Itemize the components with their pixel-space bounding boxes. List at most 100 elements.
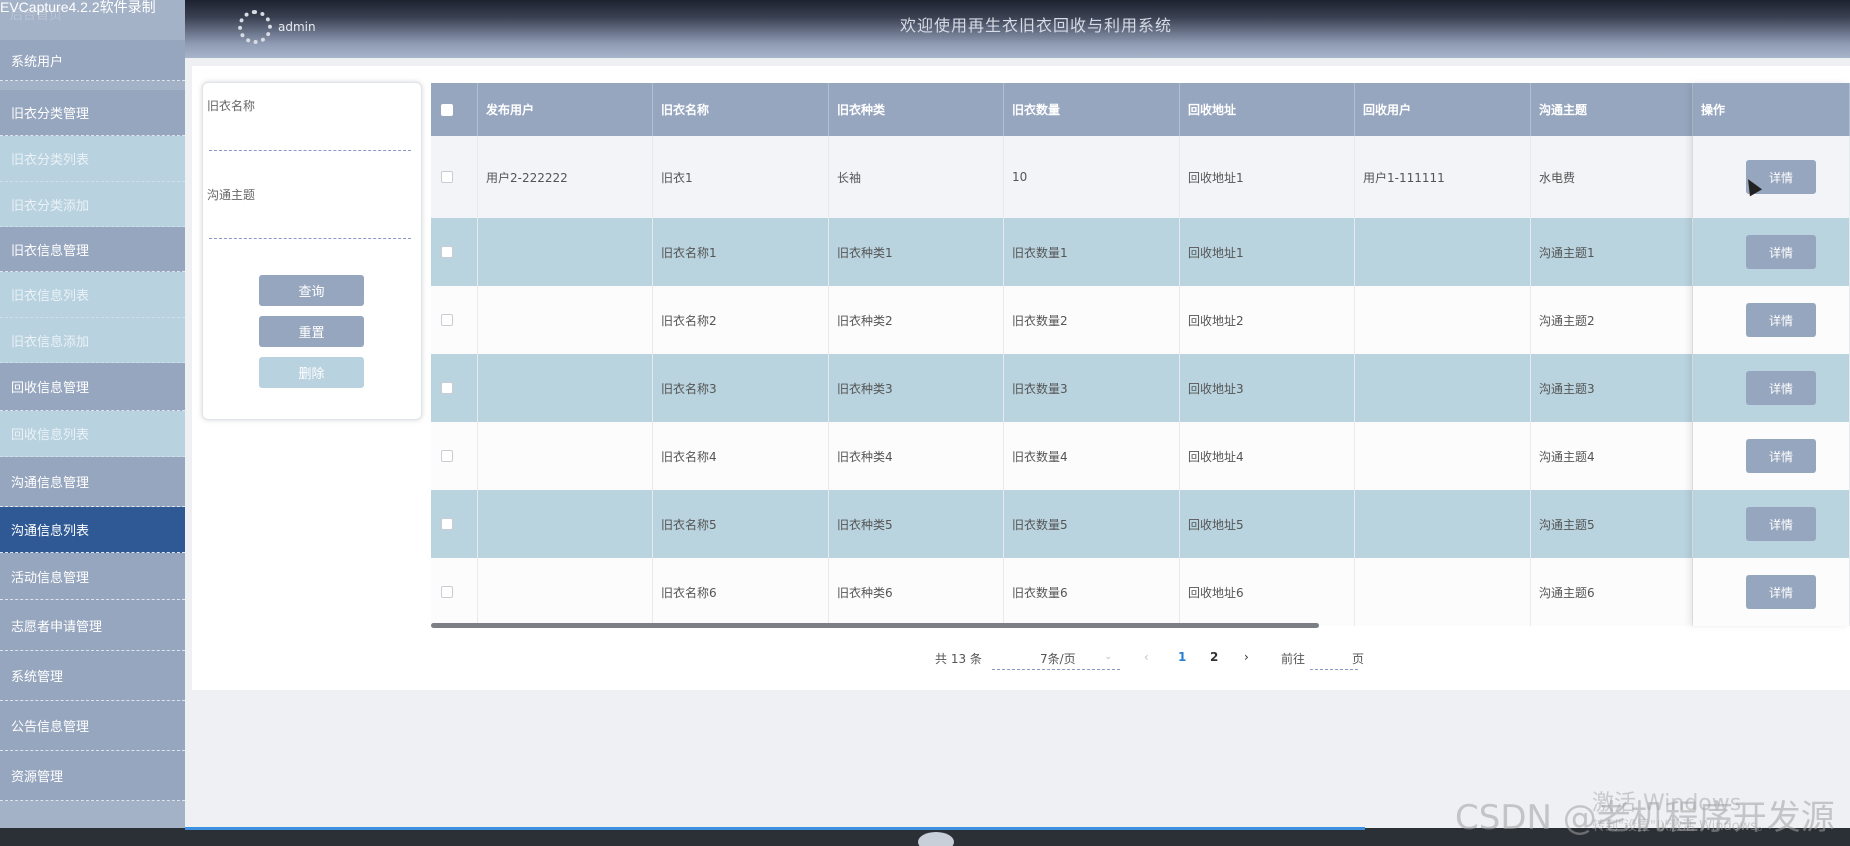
detail-button[interactable]: 详情 [1746, 507, 1816, 541]
table-cell: 水电费 [1531, 136, 1693, 218]
action-cell: 详情 [1693, 490, 1850, 558]
action-cell: 详情 [1693, 218, 1850, 286]
prev-page-icon[interactable]: ‹ [1144, 650, 1149, 664]
table-cell: 沟通主题3 [1531, 354, 1693, 422]
query-button[interactable]: 查询 [259, 275, 364, 306]
row-checkbox[interactable] [441, 450, 453, 462]
column-header[interactable]: 旧衣数量 [1004, 83, 1180, 136]
sidebar-item-15[interactable]: 资源管理 [0, 751, 185, 801]
table-cell: 旧衣种类3 [829, 354, 1004, 422]
sidebar-item-1[interactable]: 旧衣分类管理 [0, 90, 185, 136]
table-row[interactable]: 旧衣名称2 旧衣种类2 旧衣数量2 回收地址2 沟通主题2 详情 [431, 286, 1850, 354]
table-cell [1355, 490, 1531, 558]
row-checkbox-cell [431, 218, 478, 286]
goto-page-input[interactable] [1310, 648, 1358, 670]
table-header: 发布用户 旧衣名称 旧衣种类 旧衣数量 回收地址 回收用户 沟通主题 操作 [431, 83, 1850, 136]
table-cell [478, 218, 653, 286]
table-cell [478, 490, 653, 558]
table-cell: 回收地址6 [1180, 558, 1355, 626]
row-checkbox-cell [431, 354, 478, 422]
table-row[interactable]: 用户2-222222 旧衣1 长袖 10 回收地址1 用户1-111111 水电费 详情 [431, 136, 1850, 218]
detail-button[interactable]: 详情 [1746, 575, 1816, 609]
table-cell: 回收地址1 [1180, 136, 1355, 218]
page-number-2[interactable]: 2 [1210, 650, 1218, 664]
sidebar-item-0[interactable]: 系统用户 [0, 40, 185, 81]
table-cell: 旧衣数量1 [1004, 218, 1180, 286]
recorder-progress-line [185, 827, 1365, 830]
column-header[interactable]: 操作 [1693, 83, 1850, 136]
recorder-knob-icon[interactable] [918, 832, 954, 846]
table-cell [1355, 218, 1531, 286]
table-row[interactable]: 旧衣名称5 旧衣种类5 旧衣数量5 回收地址5 沟通主题5 详情 [431, 490, 1850, 558]
column-header[interactable]: 旧衣种类 [829, 83, 1004, 136]
table-row[interactable]: 旧衣名称6 旧衣种类6 旧衣数量6 回收地址6 沟通主题6 详情 [431, 558, 1850, 626]
sidebar-item-4[interactable]: 旧衣信息管理 [0, 227, 185, 272]
table-cell [1355, 286, 1531, 354]
sidebar-item-10[interactable]: 沟通信息列表 [0, 507, 185, 553]
row-checkbox[interactable] [441, 382, 453, 394]
pagination-total: 共 13 条 [935, 652, 982, 666]
sidebar-item-8[interactable]: 回收信息列表 [0, 411, 185, 457]
table-cell: 旧衣种类4 [829, 422, 1004, 490]
topic-input[interactable] [209, 213, 411, 239]
row-checkbox-cell [431, 136, 478, 218]
detail-button[interactable]: 详情 [1746, 439, 1816, 473]
table-row[interactable]: 旧衣名称3 旧衣种类3 旧衣数量3 回收地址3 沟通主题3 详情 [431, 354, 1850, 422]
column-header[interactable]: 旧衣名称 [653, 83, 829, 136]
column-header[interactable]: 发布用户 [478, 83, 653, 136]
table-cell [1355, 558, 1531, 626]
page-size-select[interactable]: 7条/页 ⌄ [992, 648, 1120, 670]
row-checkbox-cell [431, 286, 478, 354]
table-cell: 回收地址3 [1180, 354, 1355, 422]
table-cell: 旧衣名称2 [653, 286, 829, 354]
row-checkbox-cell [431, 558, 478, 626]
table-row[interactable]: 旧衣名称1 旧衣种类1 旧衣数量1 回收地址1 沟通主题1 详情 [431, 218, 1850, 286]
csdn-watermark: CSDN @老机程序开发源 [1455, 798, 1835, 838]
row-checkbox[interactable] [441, 518, 453, 530]
row-checkbox[interactable] [441, 246, 453, 258]
table-cell: 旧衣数量5 [1004, 490, 1180, 558]
horizontal-scrollbar[interactable] [431, 623, 1319, 628]
table-cell [478, 354, 653, 422]
page-number-1[interactable]: 1 [1178, 650, 1186, 664]
column-header[interactable]: 回收地址 [1180, 83, 1355, 136]
sidebar-item-13[interactable]: 系统管理 [0, 651, 185, 701]
table-cell: 旧衣名称3 [653, 354, 829, 422]
sidebar-item-12[interactable]: 志愿者申请管理 [0, 600, 185, 651]
sidebar-item-11[interactable]: 活动信息管理 [0, 553, 185, 600]
table-cell: 旧衣1 [653, 136, 829, 218]
page-suffix: 页 [1352, 652, 1365, 666]
detail-button[interactable]: 详情 [1746, 235, 1816, 269]
detail-button[interactable]: 详情 [1746, 371, 1816, 405]
admin-username[interactable]: admin [278, 20, 316, 34]
delete-button[interactable]: 删除 [259, 357, 364, 388]
sidebar-item-2[interactable]: 旧衣分类列表 [0, 136, 185, 182]
row-checkbox[interactable] [441, 314, 453, 326]
action-cell: 详情 [1693, 286, 1850, 354]
sidebar-item-7[interactable]: 回收信息管理 [0, 363, 185, 411]
table-cell: 回收地址2 [1180, 286, 1355, 354]
table-cell: 沟通主题5 [1531, 490, 1693, 558]
sidebar-item-5[interactable]: 旧衣信息列表 [0, 272, 185, 318]
clothes-name-input[interactable] [209, 125, 411, 151]
sidebar-item-14[interactable]: 公告信息管理 [0, 701, 185, 751]
reset-button[interactable]: 重置 [259, 316, 364, 347]
sidebar-item-3[interactable]: 旧衣分类添加 [0, 182, 185, 227]
row-checkbox[interactable] [441, 171, 453, 183]
table-cell: 旧衣名称1 [653, 218, 829, 286]
sidebar-item-9[interactable]: 沟通信息管理 [0, 457, 185, 507]
column-header[interactable]: 回收用户 [1355, 83, 1531, 136]
filter-label-clothes-name: 旧衣名称 [207, 99, 256, 113]
table-row[interactable]: 旧衣名称4 旧衣种类4 旧衣数量4 回收地址4 沟通主题4 详情 [431, 422, 1850, 490]
sidebar-item-6[interactable]: 旧衣信息添加 [0, 318, 185, 363]
row-checkbox[interactable] [441, 586, 453, 598]
table-cell: 旧衣种类5 [829, 490, 1004, 558]
table-cell: 旧衣种类1 [829, 218, 1004, 286]
table-cell: 旧衣数量2 [1004, 286, 1180, 354]
table-cell: 沟通主题4 [1531, 422, 1693, 490]
select-all-checkbox[interactable] [441, 103, 453, 116]
table-cell: 10 [1004, 136, 1180, 218]
column-header[interactable]: 沟通主题 [1531, 83, 1693, 136]
detail-button[interactable]: 详情 [1746, 303, 1816, 337]
next-page-icon[interactable]: › [1244, 650, 1249, 664]
